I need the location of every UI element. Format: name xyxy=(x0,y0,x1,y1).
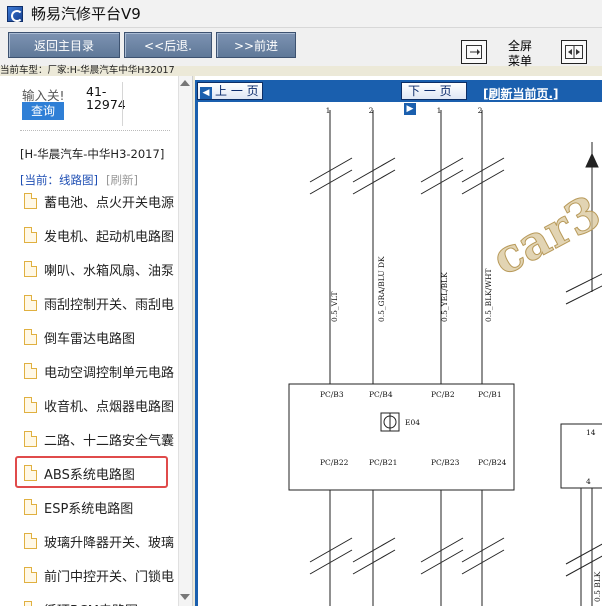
diagram-list-item[interactable]: 玻璃升降器开关、玻璃 xyxy=(16,526,178,556)
search-input[interactable]: 41- 12974 xyxy=(86,85,126,111)
document-icon xyxy=(24,431,37,447)
page-nav-bar: ◀ 上 一 页 下 一 页▶ [刷新当前页.] xyxy=(195,80,602,115)
wiring-diagram: 1 2 1 2 0.5_VLT 0.5_GRA/BLU DK 0.5_YEL/B… xyxy=(288,106,602,606)
diagram-list-item-label: 蓄电池、点火开关电源 xyxy=(44,195,175,211)
connector-pin: 4 xyxy=(586,477,591,486)
diagram-list-item-label: 喇叭、水箱风扇、油泵 xyxy=(44,263,175,279)
diagram-list-item-label: 收音机、点烟器电路图 xyxy=(44,399,175,415)
connector-pin: PC/B22 xyxy=(320,458,349,467)
wire-label: 0.5_VLT xyxy=(330,292,339,322)
diagram-list-item[interactable]: 喇叭、水箱风扇、油泵 xyxy=(16,254,178,284)
scroll-up-icon[interactable] xyxy=(180,80,190,86)
fullscreen-icon-button[interactable] xyxy=(461,40,487,64)
diagram-list-item[interactable]: 前门中控开关、门锁电 xyxy=(16,560,178,590)
scroll-down-icon[interactable] xyxy=(180,594,190,600)
toolbar: 返回主目录 <<后退. >>前进 全屏 菜单 xyxy=(0,28,602,69)
scrollbar[interactable] xyxy=(178,76,192,606)
diagram-list-item[interactable]: ESP系统电路图 xyxy=(16,492,178,522)
document-icon xyxy=(24,601,37,606)
document-icon xyxy=(24,193,37,209)
wire-label: 0.5_YEL/BLK xyxy=(440,272,449,322)
next-page-button[interactable]: 下 一 页▶ xyxy=(401,82,467,115)
diagram-list-item-label: 雨刮控制开关、雨刮电 xyxy=(44,297,175,313)
diagram-list-item-label: 前门中控开关、门锁电 xyxy=(44,569,175,585)
diagram-viewer: ◀ 上 一 页 下 一 页▶ [刷新当前页.] 1 2 1 2 0.5_VLT … xyxy=(195,76,602,606)
component-id: E04 xyxy=(405,418,420,427)
divider xyxy=(20,130,170,131)
document-icon xyxy=(24,227,37,243)
connector-pin: PC/B23 xyxy=(431,458,460,467)
diagram-list-item[interactable]: 收音机、点烟器电路图 xyxy=(16,390,178,420)
pin-number: 1 xyxy=(326,106,331,115)
document-icon xyxy=(24,363,37,379)
document-icon xyxy=(24,261,37,277)
diagram-list-item-label: 电动空调控制单元电路 xyxy=(44,365,175,381)
pin-number: 1 xyxy=(437,106,442,115)
document-icon xyxy=(24,295,37,311)
diagram-list-item[interactable]: 倒车雷达电路图 xyxy=(16,322,178,352)
wire-label: 0.5_GRA/BLU DK xyxy=(377,256,386,322)
diagram-list-item-label: 二路、十二路安全气囊 xyxy=(44,433,175,449)
diagram-list-item-label: 倒车雷达电路图 xyxy=(44,331,136,347)
home-button[interactable]: 返回主目录 xyxy=(8,32,120,58)
prev-page-button[interactable]: ◀ 上 一 页 xyxy=(197,82,263,100)
document-icon xyxy=(24,329,37,345)
menu-toggle-button[interactable] xyxy=(561,40,587,64)
diagram-list-item[interactable]: 二路、十二路安全气囊 xyxy=(16,424,178,454)
selection-highlight xyxy=(15,456,168,488)
diagram-list-item[interactable]: 发电机、起动机电路图 xyxy=(16,220,178,250)
connector-pin: PC/B2 xyxy=(431,390,455,399)
left-arrow-icon: ◀ xyxy=(200,87,212,99)
sidebar: 输入关! 41- 12974 查询 [H-华晨汽车-中华H3-2017] [当前… xyxy=(0,76,193,606)
search-button[interactable]: 查询 xyxy=(22,102,64,120)
document-icon xyxy=(24,567,37,583)
diagram-list-item[interactable]: 循环BCM电路图 xyxy=(16,594,178,606)
forward-button[interactable]: >>前进 xyxy=(216,32,296,58)
refresh-page-link[interactable]: [刷新当前页.] xyxy=(483,85,559,102)
app-window: 畅易汽修平台V9 返回主目录 <<后退. >>前进 全屏 菜单 当前车型：厂家:… xyxy=(0,0,602,606)
split-icon xyxy=(565,45,583,59)
connector-pin: PC/B21 xyxy=(369,458,397,467)
document-icon xyxy=(24,499,37,515)
diagram-list-item[interactable]: 雨刮控制开关、雨刮电 xyxy=(16,288,178,318)
connector-pin: PC/B4 xyxy=(369,390,393,399)
diagram-list-item-label: ESP系统电路图 xyxy=(44,501,134,517)
app-logo-icon xyxy=(7,5,23,22)
diagram-list-item[interactable]: 电动空调控制单元电路 xyxy=(16,356,178,386)
back-button[interactable]: <<后退. xyxy=(124,32,212,58)
diagram-list-item[interactable]: 蓄电池、点火开关电源 xyxy=(16,186,178,216)
connector-pin: PC/B24 xyxy=(478,458,507,467)
pin-number: 2 xyxy=(369,106,374,115)
divider xyxy=(122,82,123,126)
wire-label: 0.5 BLK xyxy=(593,571,602,602)
expand-icon xyxy=(466,45,482,59)
wire-label: 0.5_BLK/WHT xyxy=(484,268,493,322)
refresh-link[interactable]: [刷新] xyxy=(106,173,138,187)
window-title: 畅易汽修平台V9 xyxy=(31,5,141,23)
connector-pin: 14 xyxy=(586,428,596,437)
watermark: car3 xyxy=(483,185,602,286)
connector-pin: PC/B3 xyxy=(320,390,344,399)
diagram-list-item-label: 玻璃升降器开关、玻璃 xyxy=(44,535,175,551)
document-icon xyxy=(24,533,37,549)
pin-number: 2 xyxy=(478,106,483,115)
car-model-label: [H-华晨汽车-中华H3-2017] xyxy=(20,147,165,161)
current-label: [当前：线路图] xyxy=(20,173,98,187)
fullscreen-menu-label[interactable]: 全屏 菜单 xyxy=(500,39,540,69)
document-icon xyxy=(24,397,37,413)
diagram-list-item-label: 发电机、起动机电路图 xyxy=(44,229,175,245)
title-bar: 畅易汽修平台V9 xyxy=(0,0,602,28)
diagram-list-item-label: 循环BCM电路图 xyxy=(44,600,138,606)
connector-pin: PC/B1 xyxy=(478,390,502,399)
